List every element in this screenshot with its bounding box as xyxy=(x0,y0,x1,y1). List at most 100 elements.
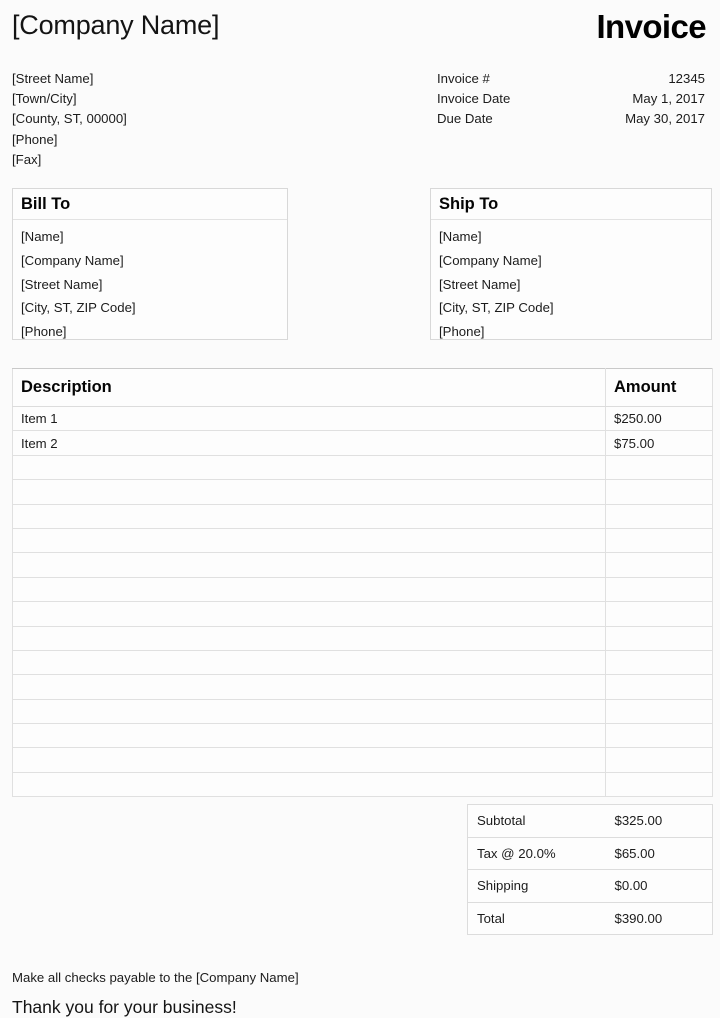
cell-description[interactable] xyxy=(12,601,606,627)
ship-to-line: [Phone] xyxy=(439,324,485,340)
cell-description[interactable] xyxy=(12,552,606,578)
table-row[interactable]: Item 2 $75.00 xyxy=(12,430,713,456)
table-row[interactable] xyxy=(12,625,713,651)
table-row[interactable] xyxy=(12,503,713,529)
due-date-label: Due Date xyxy=(437,111,493,127)
table-row[interactable] xyxy=(12,527,713,554)
cell-amount[interactable] xyxy=(605,576,713,603)
invoice-meta-block: Invoice # 12345 Invoice Date May 1, 2017… xyxy=(437,69,705,130)
table-row[interactable]: Item 1 $250.00 xyxy=(12,405,713,432)
invoice-page: [Company Name] Invoice [Street Name] [To… xyxy=(0,0,720,1018)
invoice-number-value: 12345 xyxy=(668,71,705,86)
cell-description[interactable] xyxy=(12,723,606,749)
cell-description[interactable] xyxy=(12,479,606,505)
invoice-meta-row: Invoice Date May 1, 2017 xyxy=(437,89,705,109)
table-row[interactable] xyxy=(12,649,713,676)
totals-row: Total $390.00 xyxy=(467,901,713,935)
totals-label: Tax @ 20.0% xyxy=(467,836,606,870)
cell-description[interactable] xyxy=(12,454,606,481)
bill-to-line: [Street Name] xyxy=(21,276,103,292)
cell-amount[interactable] xyxy=(605,649,713,676)
table-row[interactable] xyxy=(12,698,713,725)
table-row[interactable] xyxy=(12,674,713,700)
cell-amount[interactable] xyxy=(605,723,713,749)
bill-to-line: [Phone] xyxy=(21,324,67,340)
bill-to-title: Bill To xyxy=(13,189,287,220)
cell-amount[interactable] xyxy=(605,527,713,554)
totals-row: Tax @ 20.0% $65.00 xyxy=(467,836,713,870)
column-header-amount: Amount xyxy=(605,368,713,407)
invoice-date-value: May 1, 2017 xyxy=(632,91,705,107)
totals-body: Subtotal $325.00 Tax @ 20.0% $65.00 Shipping… xyxy=(467,804,713,935)
table-row[interactable] xyxy=(12,479,713,505)
totals-value: $390.00 xyxy=(605,901,713,935)
column-header-description: Description xyxy=(12,368,606,407)
cell-description[interactable] xyxy=(12,698,606,725)
cell-description[interactable] xyxy=(12,527,606,554)
table-row[interactable] xyxy=(12,723,713,749)
totals-table: Subtotal $325.00 Tax @ 20.0% $65.00 Shipping… xyxy=(467,804,713,935)
thank-you-note: Thank you for your business! xyxy=(12,997,237,1017)
ship-to-address: [Name] [Company Name] [Street Name] [Cit… xyxy=(431,220,711,344)
sender-address-line: [Phone] xyxy=(12,131,58,147)
ship-to-line: [Street Name] xyxy=(439,276,521,292)
cell-amount[interactable]: $75.00 xyxy=(605,430,713,456)
invoice-number-label: Invoice # xyxy=(437,71,490,86)
totals-row: Shipping $0.00 xyxy=(467,869,713,903)
cell-amount[interactable] xyxy=(605,625,713,651)
sender-address-block: [Street Name] [Town/City] [County, ST, 0… xyxy=(12,69,342,170)
page-title: Invoice xyxy=(596,8,706,45)
cell-amount[interactable] xyxy=(605,771,713,798)
cell-description[interactable]: Item 2 xyxy=(12,430,606,456)
ship-to-line: [City, ST, ZIP Code] xyxy=(439,300,554,316)
bill-to-line: [Company Name] xyxy=(21,252,124,268)
totals-value: $0.00 xyxy=(605,869,713,903)
cell-description[interactable] xyxy=(12,625,606,651)
invoice-date-label: Invoice Date xyxy=(437,91,511,107)
ship-to-line: [Name] xyxy=(439,229,482,244)
cell-amount[interactable]: $250.00 xyxy=(605,405,713,432)
cell-description[interactable] xyxy=(12,649,606,676)
line-items-table: Description Amount Item 1 $250.00 Item 2 $7… xyxy=(12,368,713,798)
cell-description[interactable] xyxy=(12,674,606,700)
cell-amount[interactable] xyxy=(605,454,713,481)
sender-address-line: [Town/City] xyxy=(12,91,77,107)
table-row[interactable] xyxy=(12,771,713,798)
table-row[interactable] xyxy=(12,576,713,603)
table-row[interactable] xyxy=(12,454,713,481)
totals-label: Total xyxy=(467,901,606,935)
due-date-value: May 30, 2017 xyxy=(625,111,705,127)
invoice-footer: Make all checks payable to the [Company … xyxy=(12,968,612,1018)
ship-to-line: [Company Name] xyxy=(439,252,542,268)
totals-value: $325.00 xyxy=(605,804,713,838)
invoice-meta-row: Invoice # 12345 xyxy=(437,69,705,89)
sender-address-line: [County, ST, 00000] xyxy=(12,111,127,127)
cell-description[interactable] xyxy=(12,576,606,603)
line-items-body: Item 1 $250.00 Item 2 $75.00 xyxy=(12,405,713,798)
cell-description[interactable] xyxy=(12,503,606,529)
bill-to-box: Bill To [Name] [Company Name] [Street Na… xyxy=(12,188,288,340)
payable-note: Make all checks payable to the [Company … xyxy=(12,970,299,985)
totals-label: Shipping xyxy=(467,869,606,903)
sender-address-line: [Fax] xyxy=(12,151,42,167)
cell-description[interactable] xyxy=(12,747,606,773)
bill-to-line: [Name] xyxy=(21,229,64,244)
table-row[interactable] xyxy=(12,552,713,578)
cell-amount[interactable] xyxy=(605,601,713,627)
cell-amount[interactable] xyxy=(605,503,713,529)
cell-description[interactable]: Item 1 xyxy=(12,405,606,432)
table-row[interactable] xyxy=(12,601,713,627)
cell-amount[interactable] xyxy=(605,698,713,725)
cell-amount[interactable] xyxy=(605,552,713,578)
totals-value: $65.00 xyxy=(605,836,713,870)
company-name: [Company Name] xyxy=(12,10,220,40)
cell-amount[interactable] xyxy=(605,674,713,700)
table-row[interactable] xyxy=(12,747,713,773)
invoice-meta-row: Due Date May 30, 2017 xyxy=(437,109,705,129)
invoice-header: [Company Name] Invoice xyxy=(12,8,712,66)
cell-amount[interactable] xyxy=(605,747,713,773)
totals-label: Subtotal xyxy=(467,804,606,838)
cell-description[interactable] xyxy=(12,771,606,798)
cell-amount[interactable] xyxy=(605,479,713,505)
sender-address-line: [Street Name] xyxy=(12,71,94,86)
